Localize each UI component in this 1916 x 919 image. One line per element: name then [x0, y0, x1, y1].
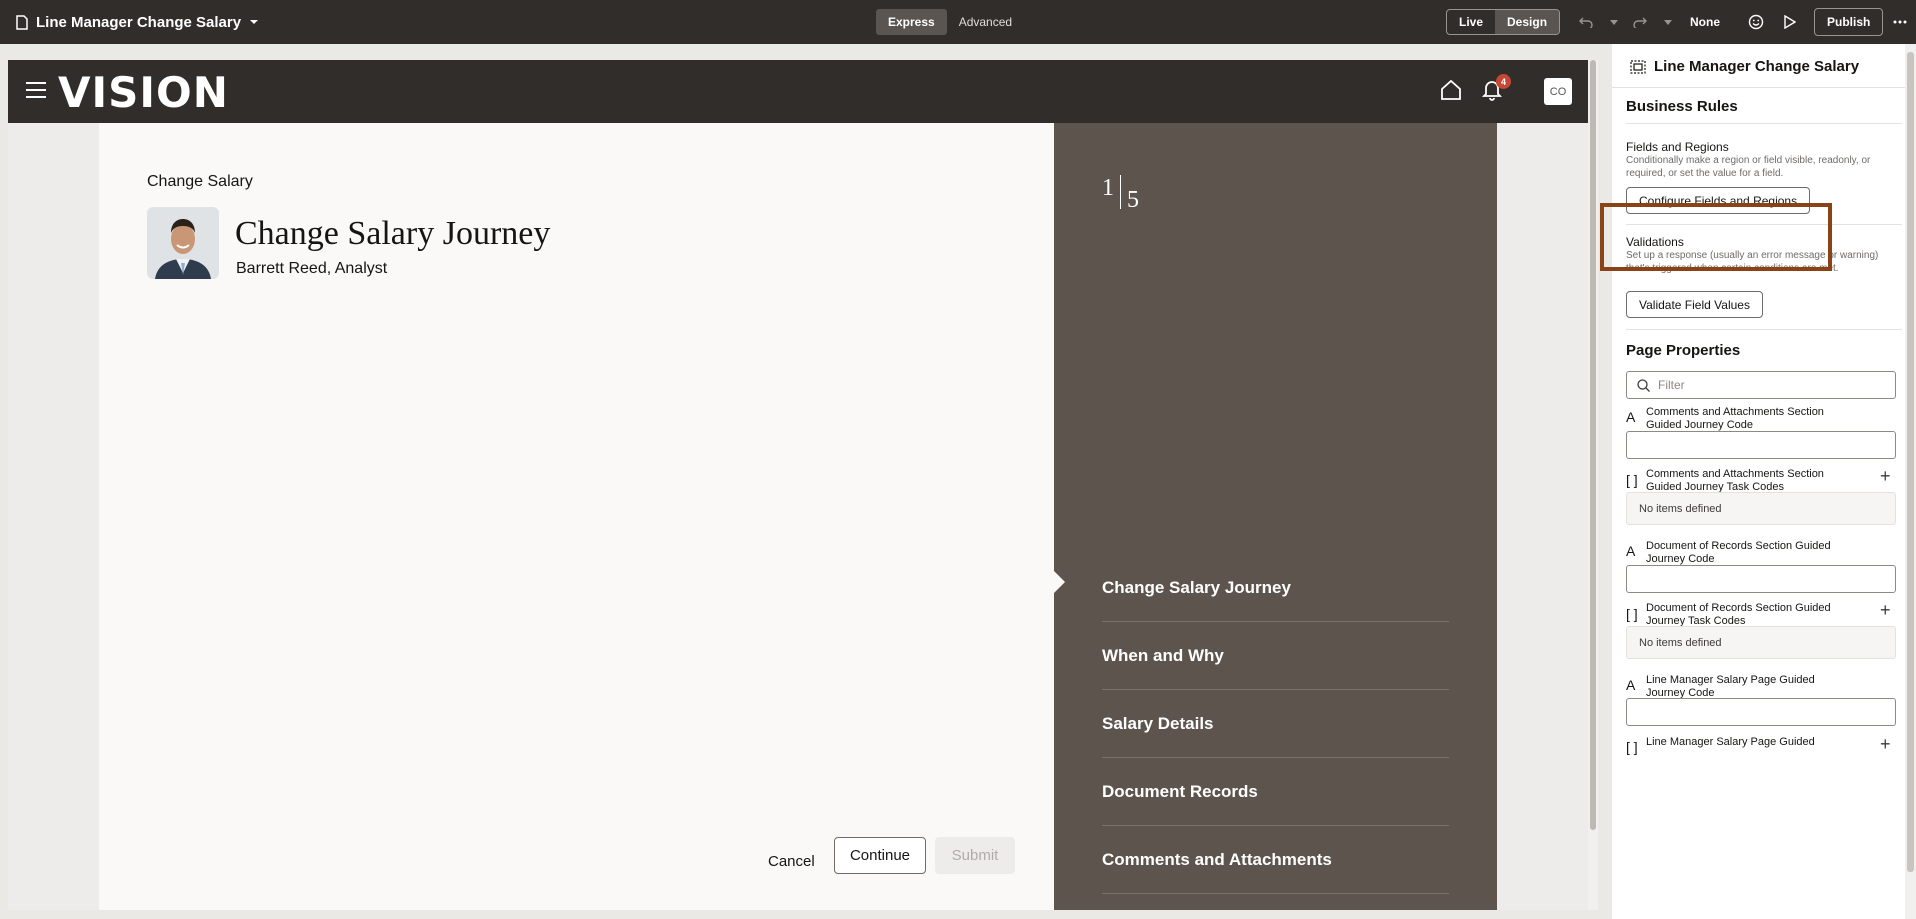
step-item[interactable]: When and Why [1102, 622, 1449, 690]
panel-title: Line Manager Change Salary [1654, 58, 1860, 75]
menu-hamburger-icon[interactable] [26, 82, 46, 98]
panel-header: Line Manager Change Salary [1630, 58, 1859, 75]
home-icon[interactable] [1440, 79, 1462, 101]
property-label: Document of Records Section Guided Journ… [1646, 540, 1831, 565]
filter-placeholder: Filter [1658, 378, 1685, 392]
property-label: Document of Records Section Guided Journ… [1646, 602, 1831, 627]
page-icon [16, 14, 28, 30]
breadcrumb: Change Salary [147, 173, 253, 190]
panel-scrollbar[interactable] [1905, 44, 1916, 919]
property-input[interactable] [1626, 431, 1896, 459]
notification-badge: 4 [1496, 74, 1511, 89]
more-options-icon[interactable] [1890, 12, 1910, 32]
publish-button[interactable]: Publish [1814, 8, 1884, 36]
add-item-icon[interactable]: + [1880, 734, 1891, 755]
chevron-down-icon[interactable] [249, 19, 259, 25]
cancel-button[interactable]: Cancel [758, 843, 825, 879]
vision-logo: VISION [58, 68, 229, 117]
validate-field-values-button[interactable]: Validate Field Values [1626, 291, 1763, 318]
design-canvas: VISION 4 CO Change Salary Change Salary … [8, 60, 1588, 910]
fields-regions-help: Conditionally make a region or field vis… [1626, 155, 1871, 179]
property-label: Comments and Attachments Section Guided … [1646, 406, 1824, 431]
person-name: Barrett Reed, Analyst [236, 260, 388, 277]
fields-regions-label: Fields and Regions [1626, 140, 1729, 154]
search-icon [1637, 378, 1650, 392]
user-avatar[interactable]: CO [1544, 78, 1572, 105]
step-list: Change Salary Journey When and Why Salar… [1102, 554, 1449, 894]
step-item[interactable]: Comments and Attachments [1102, 826, 1449, 894]
step-item[interactable]: Document Records [1102, 758, 1449, 826]
properties-panel: Line Manager Change Salary Business Rule… [1612, 44, 1916, 919]
step-counter: 1 5 [1102, 175, 1139, 214]
list-type-icon: [ ] [1626, 739, 1638, 755]
total-steps: 5 [1127, 187, 1139, 213]
filter-input[interactable]: Filter [1626, 371, 1896, 399]
step-item[interactable]: Change Salary Journey [1102, 554, 1449, 622]
text-type-icon: A [1626, 543, 1636, 559]
journey-page: Change Salary Change Salary Journey Barr… [99, 123, 1054, 910]
submit-button[interactable]: Submit [935, 837, 1015, 874]
design-button[interactable]: Design [1495, 10, 1560, 34]
property-label: Line Manager Salary Page Guided Journey … [1646, 674, 1815, 699]
property-label: Line Manager Salary Page Guided [1646, 736, 1815, 748]
designer-toolbar: Line Manager Change Salary Express Advan… [0, 0, 1916, 44]
mode-switch: Express Advanced [876, 9, 1024, 35]
property-empty-list: No items defined [1626, 492, 1896, 525]
current-step-marker [1054, 571, 1065, 593]
undo-icon[interactable] [1576, 12, 1596, 32]
property-empty-list: No items defined [1626, 626, 1896, 659]
page-selector[interactable]: Line Manager Change Salary [16, 0, 259, 44]
list-type-icon: [ ] [1626, 606, 1638, 622]
page-layout-icon [1630, 59, 1646, 74]
person-photo [147, 207, 219, 279]
annotation-highlight-box [1600, 203, 1832, 271]
property-input[interactable] [1626, 565, 1896, 593]
feedback-smiley-icon[interactable] [1746, 12, 1766, 32]
step-item[interactable]: Salary Details [1102, 690, 1449, 758]
add-item-icon[interactable]: + [1880, 466, 1891, 487]
live-button[interactable]: Live [1447, 10, 1495, 34]
page-properties-heading: Page Properties [1626, 342, 1741, 359]
redo-dropdown-icon[interactable] [1658, 12, 1678, 32]
property-input[interactable] [1626, 698, 1896, 726]
property-label: Comments and Attachments Section Guided … [1646, 468, 1824, 493]
canvas-scrollbar[interactable] [1588, 60, 1598, 910]
sandbox-indicator[interactable]: None [1690, 0, 1720, 44]
mode-express-button[interactable]: Express [876, 9, 947, 35]
undo-dropdown-icon[interactable] [1604, 12, 1624, 32]
page-title: Line Manager Change Salary [36, 13, 242, 31]
continue-button[interactable]: Continue [834, 837, 926, 874]
view-switch: Live Design [1446, 9, 1561, 35]
preview-play-icon[interactable] [1780, 12, 1800, 32]
text-type-icon: A [1626, 677, 1636, 693]
mode-advanced-button[interactable]: Advanced [947, 9, 1024, 35]
journey-stepper: 1 5 Change Salary Journey When and Why S… [1054, 123, 1497, 910]
journey-title: Change Salary Journey [235, 215, 551, 252]
list-type-icon: [ ] [1626, 472, 1638, 488]
business-rules-heading: Business Rules [1626, 98, 1738, 115]
text-type-icon: A [1626, 409, 1636, 425]
current-step: 1 [1102, 175, 1114, 201]
add-item-icon[interactable]: + [1880, 600, 1891, 621]
redo-icon[interactable] [1630, 12, 1650, 32]
app-header: VISION 4 CO [8, 60, 1588, 123]
